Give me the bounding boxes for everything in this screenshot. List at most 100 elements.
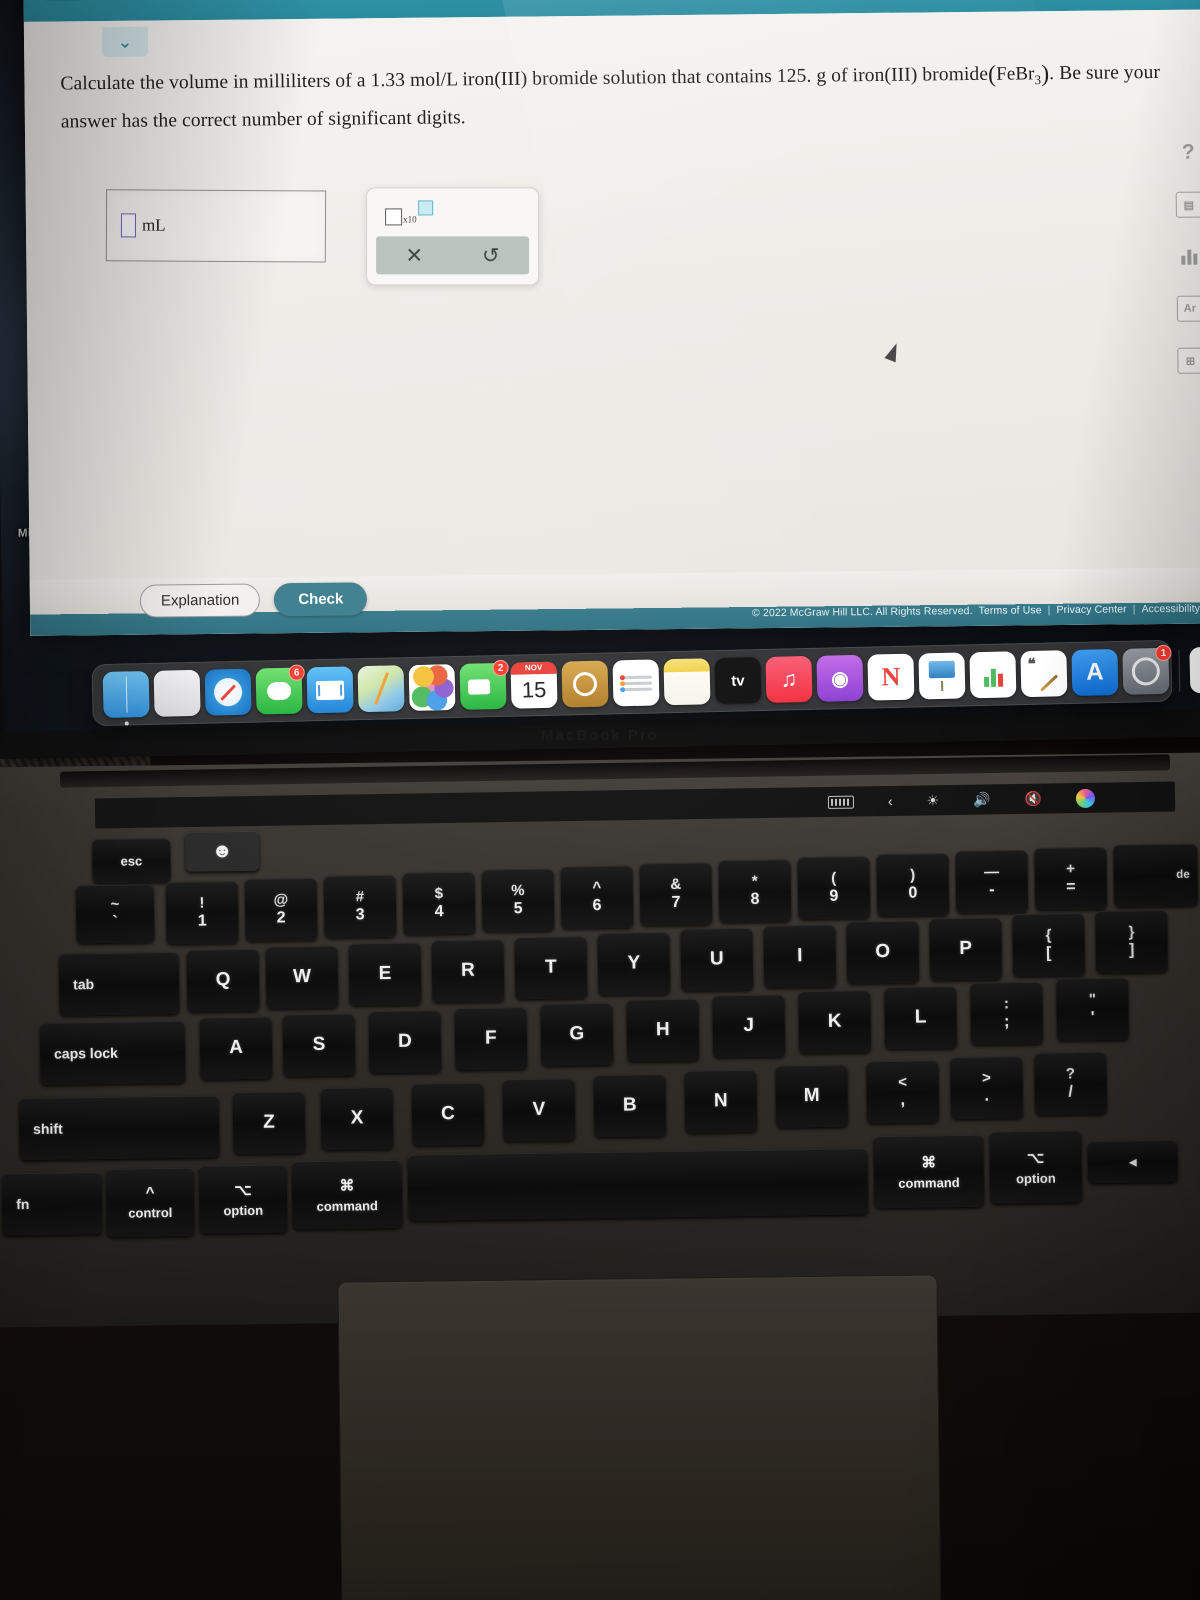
key-option-right[interactable]: ⌥ option [989, 1130, 1083, 1204]
dock-safari[interactable] [204, 668, 252, 716]
collapse-chevron-icon[interactable]: ⌄ [101, 26, 149, 58]
touchbar-siri-icon[interactable] [1075, 788, 1096, 808]
key-option-left[interactable]: ⌥ option [198, 1164, 288, 1234]
dock-finder[interactable] [102, 670, 150, 726]
terms-of-use-link[interactable]: Terms of Use [979, 604, 1042, 617]
answer-input[interactable]: mL [105, 189, 327, 263]
key-semicolon[interactable]: : ; [970, 981, 1044, 1045]
dock-maps[interactable] [357, 665, 405, 713]
key-caps-lock[interactable]: caps lock [39, 1020, 186, 1085]
key-command-right[interactable]: ⌘ command [873, 1134, 985, 1209]
key-fn[interactable]: fn [1, 1171, 103, 1236]
key-0[interactable]: ) 0 [876, 853, 950, 917]
key-3[interactable]: # 3 [323, 874, 397, 938]
key-1[interactable]: ! 1 [165, 881, 239, 945]
key-h[interactable]: H [626, 998, 700, 1062]
periodic-table-icon[interactable]: Ar [1176, 295, 1200, 322]
dock-system-preferences[interactable]: 1 [1122, 644, 1172, 695]
key-p[interactable]: P [929, 917, 1003, 981]
key-esc[interactable]: esc [92, 837, 171, 884]
dock-news[interactable]: N [867, 653, 915, 701]
answer-placeholder-cell[interactable] [120, 213, 137, 238]
touchbar-mute-icon[interactable]: 🔇 [1024, 790, 1042, 807]
help-icon[interactable]: ? [1175, 140, 1200, 166]
dock-keynote[interactable] [918, 652, 966, 700]
sci-exponent-box[interactable] [417, 200, 433, 216]
dock-music[interactable]: ♫ [765, 655, 813, 703]
sci-notation-token[interactable]: x10 [385, 200, 433, 226]
dock-numbers[interactable] [969, 651, 1017, 699]
key-y[interactable]: Y [597, 932, 671, 996]
key-9[interactable]: ( 9 [797, 856, 871, 920]
calculator-icon[interactable]: ▤ [1175, 191, 1200, 218]
key-x[interactable]: X [320, 1086, 394, 1150]
key-v[interactable]: V [502, 1078, 576, 1142]
key-s[interactable]: S [282, 1013, 356, 1077]
dock-messages[interactable]: 6 [255, 664, 305, 715]
key-o[interactable]: O [846, 920, 920, 984]
key-bracket-right[interactable]: } ] [1095, 910, 1169, 974]
key-8[interactable]: * 8 [718, 859, 792, 923]
key-minus[interactable]: — - [955, 850, 1029, 914]
key-z[interactable]: Z [232, 1091, 306, 1155]
key-bracket-left[interactable]: { [ [1012, 913, 1086, 977]
key-6[interactable]: ^ 6 [560, 865, 634, 929]
key-5[interactable]: % 5 [481, 868, 555, 932]
dock-tv[interactable]: tv [714, 657, 762, 705]
key-f[interactable]: F [454, 1007, 528, 1071]
dock-facetime[interactable]: 2 [459, 659, 509, 710]
trackpad[interactable] [337, 1274, 943, 1600]
dock-pages[interactable] [1020, 650, 1068, 698]
key-2[interactable]: @ 2 [244, 877, 318, 941]
key-tab[interactable]: tab [58, 951, 180, 1016]
key-equals[interactable]: + = [1034, 846, 1108, 910]
key-a[interactable]: A [199, 1016, 273, 1080]
key-j[interactable]: J [712, 994, 786, 1058]
touchbar-previous-icon[interactable]: ‹ [888, 793, 893, 809]
key-i[interactable]: I [763, 924, 837, 988]
key-r[interactable]: R [431, 939, 505, 1003]
sci-base-box[interactable] [385, 208, 403, 226]
key-arrow-left[interactable]: ◄ [1087, 1139, 1178, 1184]
touchbar-keyboard-brightness-icon[interactable] [827, 795, 854, 809]
key-slash[interactable]: ? / [1034, 1051, 1108, 1115]
key-quote[interactable]: " ' [1056, 977, 1129, 1041]
dock-reminders[interactable] [612, 659, 660, 707]
touchbar-volume-icon[interactable]: 🔊 [973, 791, 991, 808]
key-7[interactable]: & 7 [639, 862, 713, 926]
key-t[interactable]: T [514, 936, 588, 1000]
key-d[interactable]: D [368, 1010, 442, 1074]
chart-tool-icon[interactable] [1176, 244, 1200, 270]
key-n[interactable]: N [684, 1069, 758, 1133]
key-q[interactable]: Q [186, 948, 260, 1012]
accessibility-link[interactable]: Accessibility [1141, 603, 1200, 616]
clear-button[interactable]: ✕ [376, 243, 453, 268]
touchbar-brightness-icon[interactable]: ☀ [926, 792, 939, 809]
key-command-left[interactable]: ⌘ command [291, 1159, 403, 1230]
key-4[interactable]: $ 4 [402, 871, 476, 935]
reference-tool-icon[interactable]: ⊞ [1177, 347, 1200, 374]
undo-button[interactable]: ↺ [453, 243, 530, 268]
key-m[interactable]: M [775, 1064, 849, 1128]
privacy-center-link[interactable]: Privacy Center [1056, 603, 1126, 616]
check-button[interactable]: Check [274, 582, 368, 617]
key-g[interactable]: G [540, 1002, 614, 1066]
key-touchbar-emoji[interactable]: ☻ [184, 830, 260, 872]
key-delete[interactable]: de [1113, 843, 1199, 907]
dock-notes[interactable] [663, 658, 711, 706]
key-w[interactable]: W [265, 945, 339, 1009]
key-k[interactable]: K [798, 990, 872, 1054]
key-control[interactable]: ^ control [105, 1167, 195, 1237]
dock-app-store[interactable]: A [1071, 648, 1119, 697]
key-b[interactable]: B [593, 1074, 667, 1138]
key-tilde[interactable]: ~ ` [75, 884, 155, 944]
dock-word[interactable]: W [1189, 646, 1200, 694]
dock-photos[interactable] [408, 664, 456, 712]
dock-mail[interactable] [306, 666, 354, 714]
key-space[interactable] [407, 1148, 869, 1221]
key-shift-left[interactable]: shift [18, 1095, 220, 1161]
key-comma[interactable]: < , [866, 1060, 940, 1124]
key-u[interactable]: U [680, 927, 754, 991]
dock-launchpad[interactable] [153, 669, 201, 717]
dock-podcasts[interactable]: ◉ [816, 654, 864, 702]
